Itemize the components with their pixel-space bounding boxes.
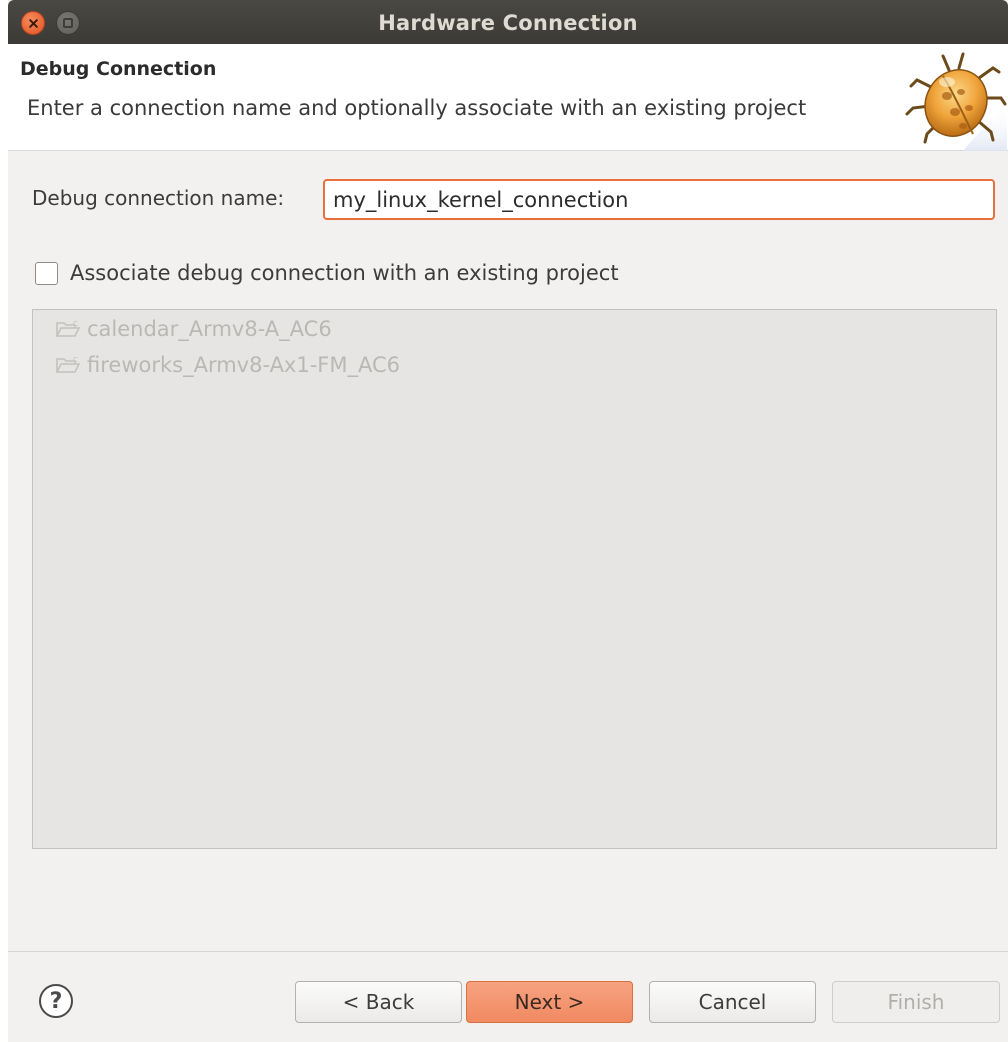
project-name: calendar_Armv8-A_AC6: [87, 317, 332, 341]
hardware-connection-dialog: Hardware Connection Debug Connection Ent…: [8, 0, 1008, 1042]
folder-icon: C: [55, 320, 81, 337]
associate-project-label[interactable]: Associate debug connection with an exist…: [70, 261, 619, 285]
project-name: fireworks_Armv8-Ax1-FM_AC6: [87, 353, 401, 377]
window-title: Hardware Connection: [378, 11, 638, 35]
next-button[interactable]: Next >: [466, 981, 633, 1023]
folder-icon: C: [55, 356, 81, 373]
wizard-header: Debug Connection Enter a connection name…: [8, 44, 1008, 151]
associate-project-option[interactable]: Associate debug connection with an exist…: [35, 258, 619, 288]
list-item: C calendar_Armv8-A_AC6: [55, 314, 332, 344]
svg-text:C: C: [73, 356, 78, 364]
associate-project-checkbox[interactable]: [35, 261, 58, 285]
help-icon[interactable]: ?: [39, 984, 73, 1018]
finish-button[interactable]: Finish: [832, 981, 1000, 1023]
list-item: C fireworks_Armv8-Ax1-FM_AC6: [55, 350, 400, 380]
connection-name-input[interactable]: [323, 179, 995, 220]
project-list: C calendar_Armv8-A_AC6 C fireworks_Armv8…: [32, 309, 997, 849]
connection-name-label: Debug connection name:: [32, 186, 285, 210]
page-description: Enter a connection name and optionally a…: [27, 96, 807, 120]
svg-text:C: C: [73, 320, 78, 328]
title-bar: Hardware Connection: [8, 0, 1008, 44]
footer-divider: [8, 951, 1008, 952]
bug-icon: [905, 52, 1007, 151]
back-button[interactable]: < Back: [295, 981, 462, 1023]
cancel-button[interactable]: Cancel: [649, 981, 816, 1023]
page-heading: Debug Connection: [20, 58, 217, 80]
